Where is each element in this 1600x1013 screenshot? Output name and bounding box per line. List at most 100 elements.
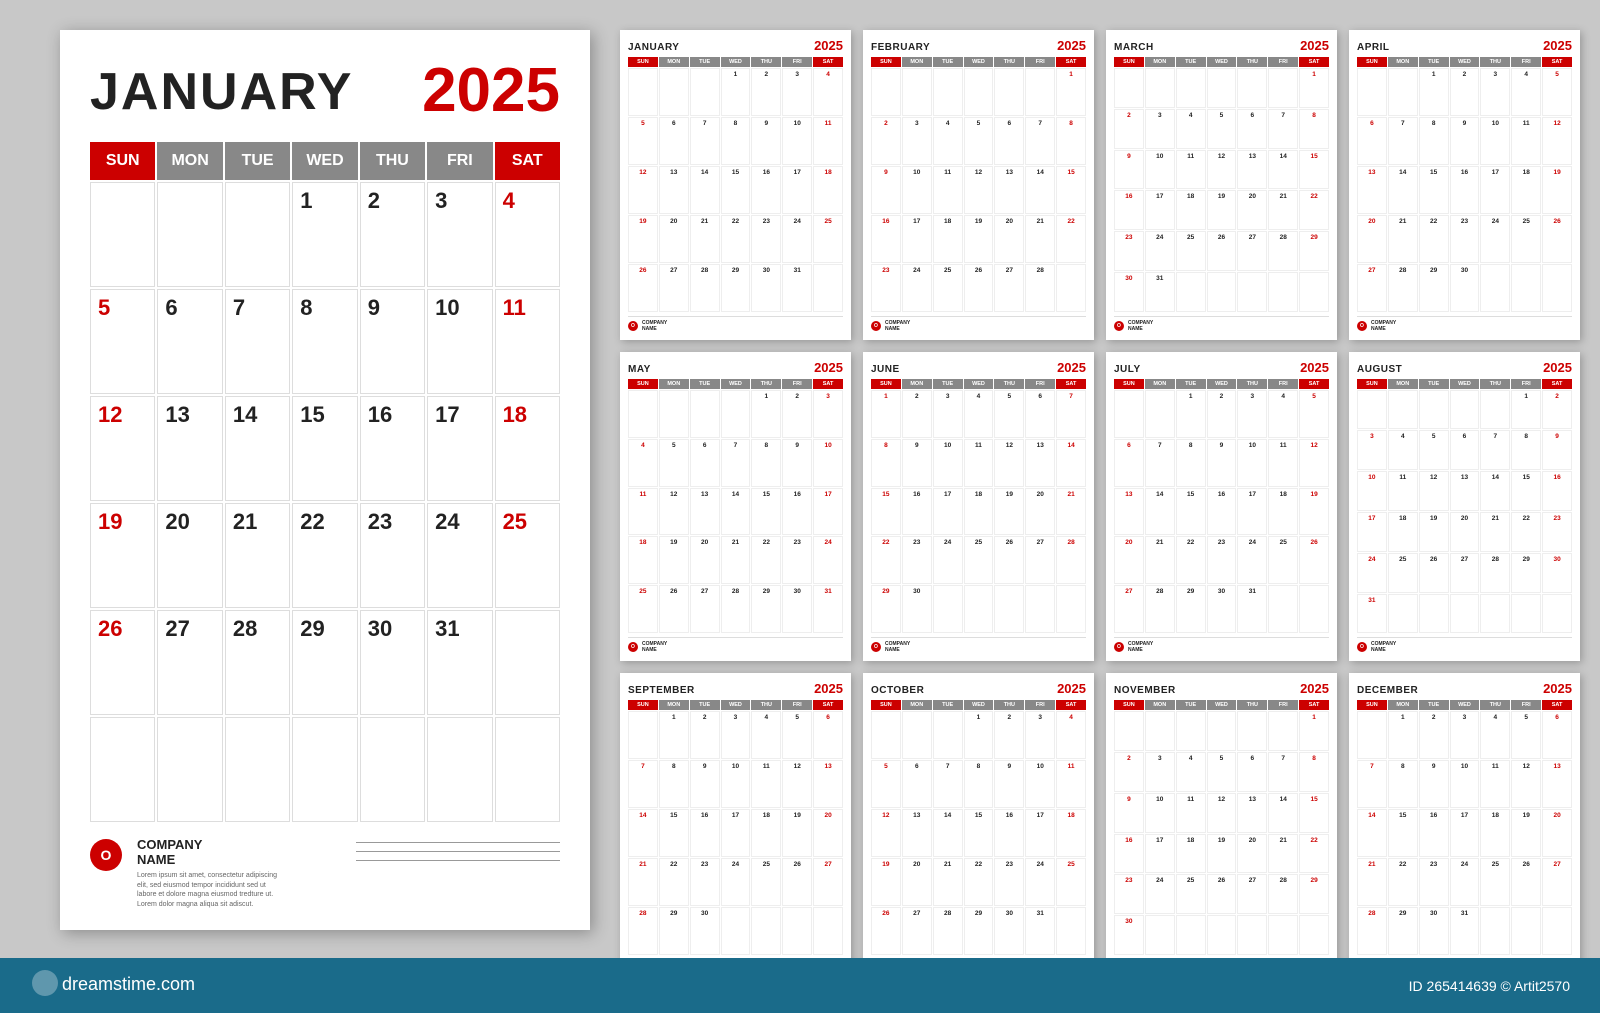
main-day-cell (225, 182, 290, 287)
small-day-hdr: SUN (1114, 57, 1144, 67)
small-day-cell: 10 (1450, 760, 1480, 808)
main-day-cell: 6 (157, 289, 222, 394)
small-day-cell: 28 (1056, 536, 1086, 584)
small-day-cell: 22 (1299, 834, 1329, 874)
small-day-hdr: THU (1480, 57, 1510, 67)
small-day-cell: 4 (1480, 711, 1510, 759)
small-day-cell (1145, 915, 1175, 955)
small-day-cell: 17 (1357, 512, 1387, 552)
small-day-cell (933, 585, 963, 633)
small-day-cell: 19 (1419, 512, 1449, 552)
small-day-cell: 7 (721, 439, 751, 487)
small-day-cell: 7 (1388, 117, 1418, 165)
small-day-cell (871, 711, 901, 759)
small-day-cell: 23 (1450, 215, 1480, 263)
small-day-cell: 29 (1388, 907, 1418, 955)
small-cal-grid: 1234567891011121314151617181920212223242… (628, 711, 843, 955)
small-day-cell (1480, 907, 1510, 955)
small-day-cell: 28 (1480, 553, 1510, 593)
small-day-hdr: MON (902, 379, 932, 389)
small-day-cell: 9 (751, 117, 781, 165)
main-calendar-grid: 1234567891011121314151617181920212223242… (90, 182, 560, 822)
small-day-cell: 30 (1114, 915, 1144, 955)
small-day-hdr: TUE (1419, 700, 1449, 710)
small-day-hdr: SAT (1299, 379, 1329, 389)
day-header-fri: FRI (427, 142, 492, 180)
small-cal-grid: 1234567891011121314151617181920212223242… (1114, 68, 1329, 312)
small-day-cell: 29 (751, 585, 781, 633)
small-day-cell: 31 (1025, 907, 1055, 955)
small-day-hdr: TUE (690, 379, 720, 389)
small-day-cell (994, 68, 1024, 116)
small-day-cell: 24 (1237, 536, 1267, 584)
small-day-cell: 26 (964, 264, 994, 312)
small-day-cell: 5 (659, 439, 689, 487)
small-day-cell: 20 (1114, 536, 1144, 584)
main-day-cell: 5 (90, 289, 155, 394)
small-cal-header: MARCH2025 (1114, 38, 1329, 53)
small-day-hdr: THU (751, 57, 781, 67)
small-day-hdr: FRI (1025, 57, 1055, 67)
small-day-cell: 21 (1145, 536, 1175, 584)
small-day-cell (1299, 585, 1329, 633)
small-cal-footer: O COMPANYNAME (628, 316, 843, 332)
small-calendar-august: AUGUST2025SUNMONTUEWEDTHUFRISAT123456789… (1349, 352, 1580, 662)
small-day-hdr: TUE (1419, 379, 1449, 389)
small-day-hdr: THU (751, 700, 781, 710)
small-day-cell (1237, 915, 1267, 955)
small-day-cell: 27 (994, 264, 1024, 312)
small-day-cell: 2 (751, 68, 781, 116)
main-day-cell (90, 717, 155, 822)
small-days-header: SUNMONTUEWEDTHUFRISAT (628, 700, 843, 710)
small-day-hdr: SUN (628, 700, 658, 710)
small-day-cell: 9 (1542, 430, 1572, 470)
small-day-cell: 24 (1145, 231, 1175, 271)
small-day-cell: 6 (1237, 109, 1267, 149)
footer-line-2 (356, 851, 560, 852)
small-day-cell: 26 (994, 536, 1024, 584)
small-day-cell: 28 (933, 907, 963, 955)
day-header-sat: SAT (495, 142, 560, 180)
small-cal-year: 2025 (1300, 360, 1329, 375)
small-day-cell (1268, 585, 1298, 633)
small-day-cell: 11 (1511, 117, 1541, 165)
small-day-cell (813, 264, 843, 312)
small-day-cell: 11 (1176, 793, 1206, 833)
small-day-cell: 9 (871, 166, 901, 214)
small-days-header: SUNMONTUEWEDTHUFRISAT (871, 700, 1086, 710)
small-day-cell: 7 (1268, 752, 1298, 792)
small-cal-grid: 1234567891011121314151617181920212223242… (1357, 68, 1572, 312)
main-day-cell: 15 (292, 396, 357, 501)
small-day-cell: 2 (871, 117, 901, 165)
small-day-hdr: SAT (1542, 379, 1572, 389)
small-day-cell: 25 (628, 585, 658, 633)
small-company-name: COMPANYNAME (1128, 641, 1153, 653)
small-day-cell: 17 (902, 215, 932, 263)
small-day-cell: 12 (1299, 439, 1329, 487)
small-day-cell: 24 (1025, 858, 1055, 906)
small-day-cell: 20 (994, 215, 1024, 263)
small-day-cell (1357, 68, 1387, 116)
small-days-header: SUNMONTUEWEDTHUFRISAT (871, 57, 1086, 67)
small-day-cell (1056, 264, 1086, 312)
small-cal-footer: O COMPANYNAME (1114, 316, 1329, 332)
small-day-cell: 28 (721, 585, 751, 633)
main-days-header: SUN MON TUE WED THU FRI SAT (90, 142, 560, 180)
small-day-cell (933, 711, 963, 759)
small-day-cell (1511, 264, 1541, 312)
small-day-hdr: FRI (1268, 700, 1298, 710)
small-day-cell: 29 (1299, 231, 1329, 271)
small-day-cell: 4 (1511, 68, 1541, 116)
small-day-cell: 1 (1056, 68, 1086, 116)
small-day-cell: 10 (1237, 439, 1267, 487)
small-day-cell: 2 (1114, 109, 1144, 149)
small-cal-header: JANUARY2025 (628, 38, 843, 53)
small-day-cell: 19 (871, 858, 901, 906)
small-day-hdr: FRI (1511, 700, 1541, 710)
small-day-cell: 9 (1114, 150, 1144, 190)
small-day-hdr: THU (1237, 57, 1267, 67)
small-day-cell: 27 (690, 585, 720, 633)
small-day-cell: 30 (1419, 907, 1449, 955)
small-day-cell: 11 (933, 166, 963, 214)
small-day-hdr: TUE (1176, 57, 1206, 67)
